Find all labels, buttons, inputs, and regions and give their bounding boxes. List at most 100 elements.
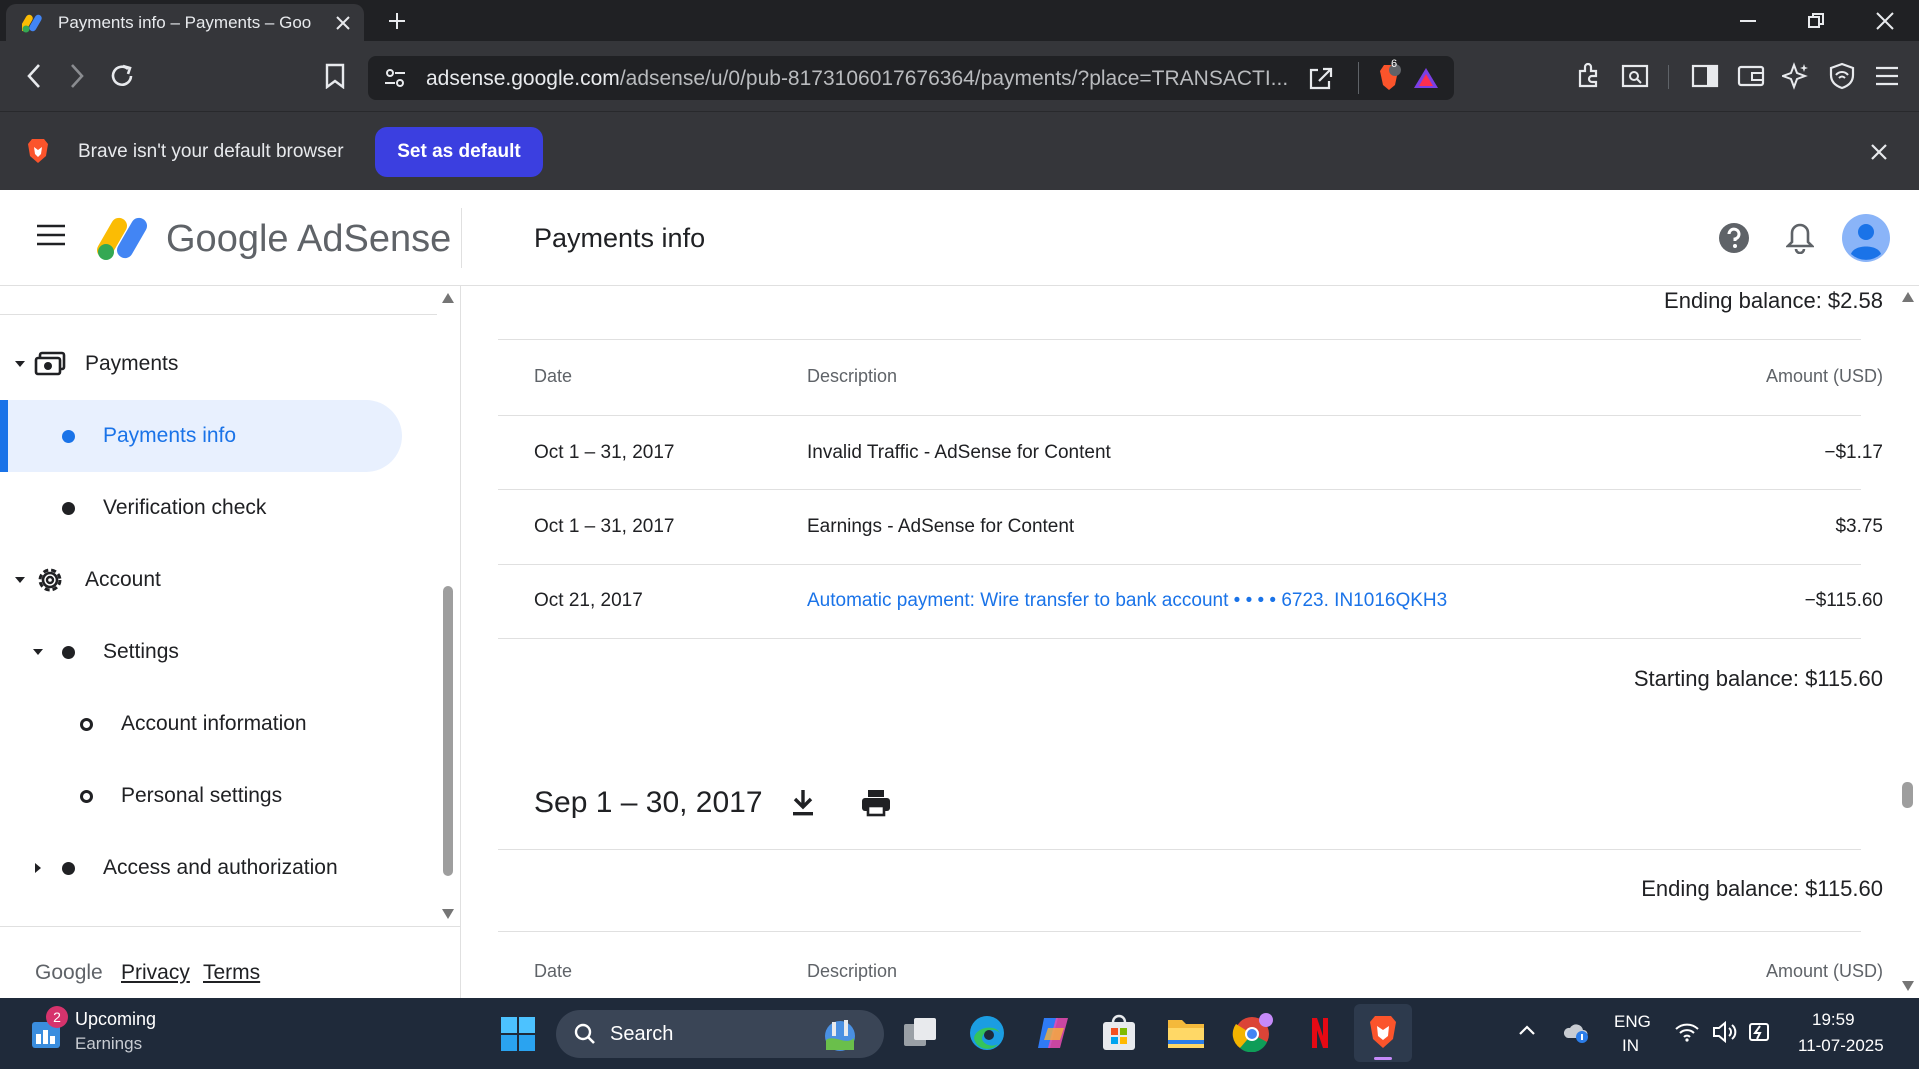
show-hidden-icons-icon[interactable] — [1518, 1024, 1536, 1036]
sidebar-item-label: Payments — [85, 352, 179, 375]
privacy-link[interactable]: Privacy — [121, 961, 190, 985]
search-icon — [574, 1023, 596, 1045]
back-icon[interactable] — [17, 59, 51, 93]
print-icon[interactable] — [860, 788, 892, 818]
clock-date[interactable]: 11-07-2025 — [1798, 1036, 1884, 1056]
row-description: Invalid Traffic - AdSense for Content — [807, 442, 1111, 463]
volume-icon[interactable] — [1712, 1020, 1738, 1044]
sidebar-item-settings[interactable]: Settings — [0, 616, 440, 688]
sidebar-scroll-down-icon[interactable] — [441, 908, 455, 920]
wallet-icon[interactable] — [1734, 59, 1768, 93]
file-explorer-icon[interactable] — [1166, 1016, 1206, 1050]
reload-icon[interactable] — [105, 59, 139, 93]
taskbar-search[interactable]: Search — [556, 1010, 884, 1058]
clock-time[interactable]: 19:59 — [1812, 1010, 1855, 1030]
brave-taskbar-icon — [1367, 1014, 1399, 1050]
url-host: adsense.google.com — [426, 67, 620, 90]
infobar-close-icon[interactable] — [1870, 143, 1888, 161]
close-window-icon[interactable] — [1855, 0, 1915, 41]
row-date: Oct 21, 2017 — [534, 590, 643, 611]
sidebar-item-label: Payments info — [103, 424, 237, 447]
google-footer-logo: Google — [35, 961, 103, 984]
column-header-date: Date — [534, 961, 573, 981]
account-avatar[interactable] — [1842, 214, 1890, 262]
sidebar-item-label: Settings — [103, 640, 179, 663]
reader-mode-icon[interactable] — [1618, 59, 1652, 93]
row-divider — [498, 339, 1861, 340]
tab-close-icon[interactable] — [332, 12, 354, 34]
sidebar-divider — [0, 314, 437, 315]
forward-icon[interactable] — [60, 59, 94, 93]
language-code[interactable]: ENG — [1614, 1012, 1651, 1032]
menu-icon[interactable] — [1870, 59, 1904, 93]
chrome-icon[interactable] — [1232, 1012, 1276, 1052]
copilot-icon[interactable] — [1034, 1014, 1072, 1052]
column-header-description: Description — [807, 366, 898, 386]
set-as-default-button[interactable]: Set as default — [375, 127, 543, 177]
page-scrollbar-thumb[interactable] — [1902, 782, 1913, 808]
help-icon[interactable] — [1718, 222, 1750, 254]
sidebar-item-access-authorization[interactable]: Access and authorization — [0, 832, 440, 904]
url-text[interactable]: adsense.google.com/adsense/u/0/pub-81731… — [426, 67, 1288, 91]
collapse-caret-icon — [14, 360, 26, 368]
notifications-icon[interactable] — [1786, 222, 1814, 254]
battery-charging-icon[interactable] — [1746, 1018, 1774, 1046]
widget-subtitle: Earnings — [75, 1034, 143, 1053]
sidebar-item-payments[interactable]: Payments — [0, 328, 440, 400]
product-name: Google AdSense — [166, 218, 452, 260]
sidebar-item-payments-info[interactable]: Payments info — [0, 400, 402, 472]
payment-detail-link[interactable]: Automatic payment: Wire transfer to bank… — [807, 590, 1447, 612]
extensions-icon[interactable] — [1572, 59, 1606, 93]
scroll-up-icon[interactable] — [1901, 291, 1915, 303]
sidebar-footer: Google Privacy Terms — [0, 926, 460, 998]
task-view-icon[interactable] — [902, 1016, 938, 1050]
bullet-icon — [62, 501, 75, 515]
sidebar-scrollbar-thumb[interactable] — [443, 586, 453, 876]
address-bar[interactable]: adsense.google.com/adsense/u/0/pub-81731… — [368, 56, 1454, 100]
site-settings-icon[interactable] — [384, 68, 406, 88]
widget-badge: 2 — [46, 1006, 68, 1028]
wifi-icon[interactable] — [1674, 1022, 1700, 1042]
bullet-icon — [62, 861, 75, 875]
sidebar-scroll-up-icon[interactable] — [441, 292, 455, 304]
brave-taskbar-button[interactable] — [1354, 1004, 1412, 1062]
new-tab-icon[interactable] — [382, 7, 412, 35]
download-icon[interactable] — [790, 788, 816, 818]
page-scrollbar[interactable] — [1896, 286, 1919, 998]
sidebar-toggle-icon[interactable] — [1688, 59, 1722, 93]
payments-icon — [34, 351, 66, 377]
row-date: Oct 1 – 31, 2017 — [534, 516, 675, 537]
active-dot-icon — [62, 429, 75, 443]
vpn-icon[interactable] — [1825, 59, 1859, 93]
netflix-icon[interactable] — [1310, 1016, 1330, 1050]
sidebar-item-account[interactable]: Account — [0, 544, 440, 616]
sidebar-item-verification-check[interactable]: Verification check — [0, 472, 440, 544]
scroll-down-icon[interactable] — [1901, 980, 1915, 992]
minimize-icon[interactable] — [1718, 0, 1778, 41]
sidebar-item-label: Account information — [121, 712, 307, 735]
onedrive-icon[interactable] — [1562, 1020, 1590, 1044]
sub-bullet-icon — [80, 789, 93, 803]
bookmark-icon[interactable] — [318, 59, 352, 93]
row-divider — [498, 931, 1861, 932]
terms-link[interactable]: Terms — [203, 961, 260, 985]
share-icon[interactable] — [1308, 66, 1334, 90]
payments-content: Ending balance: $2.58 Date Description A… — [462, 286, 1919, 998]
infobar-message: Brave isn't your default browser — [78, 141, 344, 162]
column-header-description: Description — [807, 961, 898, 981]
widget-title: Upcoming — [75, 1009, 157, 1029]
microsoft-store-icon[interactable] — [1100, 1014, 1138, 1052]
header-divider — [461, 208, 462, 268]
sidebar-item-account-information[interactable]: Account information — [0, 688, 440, 760]
windows-start-icon[interactable] — [500, 1016, 536, 1052]
main-menu-icon[interactable] — [36, 224, 66, 246]
edge-icon[interactable] — [968, 1014, 1006, 1052]
brave-rewards-icon[interactable] — [1412, 66, 1440, 90]
language-region[interactable]: IN — [1622, 1036, 1639, 1056]
leo-ai-icon[interactable] — [1779, 59, 1813, 93]
browser-tab[interactable]: Payments info – Payments – Goo — [6, 4, 364, 41]
restore-icon[interactable] — [1786, 0, 1846, 41]
sidebar: Payments Payments info Verification chec… — [0, 286, 461, 998]
page-title: Payments info — [534, 223, 706, 253]
sidebar-item-personal-settings[interactable]: Personal settings — [0, 760, 440, 832]
